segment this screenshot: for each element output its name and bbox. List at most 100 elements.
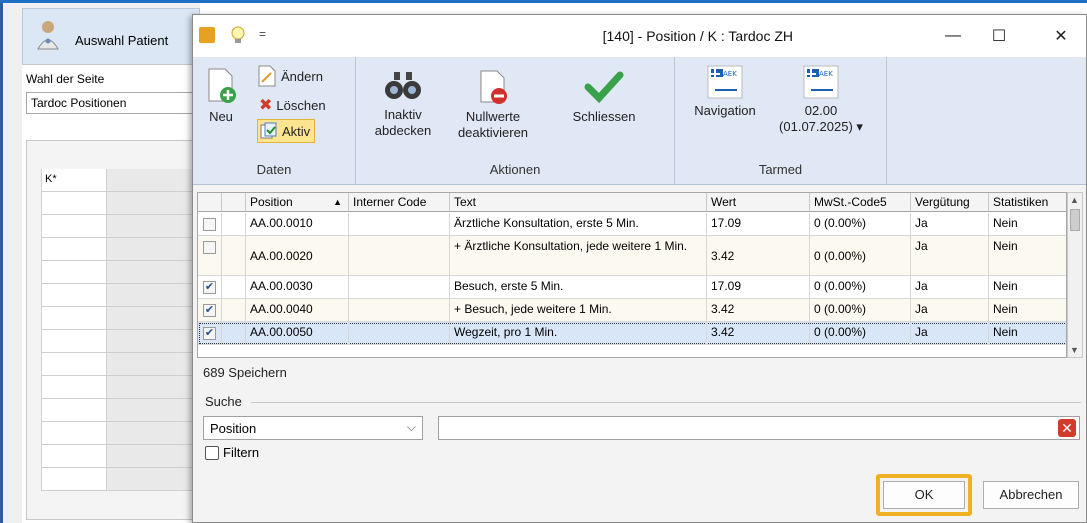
close-button[interactable]: ✕ xyxy=(1038,15,1084,57)
tab-auswahl-patient[interactable]: Auswahl Patient xyxy=(22,8,200,64)
header-statistiken[interactable]: Statistiken xyxy=(989,193,1066,211)
background-grid-cell xyxy=(107,238,201,260)
cell-statistiken: Nein xyxy=(993,302,1018,316)
cancel-button[interactable]: Abbrechen xyxy=(983,481,1079,509)
background-grid-row[interactable] xyxy=(41,307,201,330)
table-row[interactable]: AA.00.0010 Ärztliche Konsultation, erste … xyxy=(198,213,1066,236)
group-label-aktionen: Aktionen xyxy=(489,162,541,177)
header-mwst[interactable]: MwSt.-Code5 xyxy=(810,193,911,211)
ok-button[interactable]: OK xyxy=(883,481,965,509)
filter-checkbox-box[interactable] xyxy=(205,445,219,460)
nullwerte-line1: Nullwerte xyxy=(465,109,521,124)
row-checkbox[interactable]: ✔ xyxy=(203,281,216,294)
nullwerte-deaktivieren-button[interactable]: Nullwerte deaktivieren xyxy=(448,69,538,141)
header-checkbox-col xyxy=(198,193,222,211)
background-grid-row[interactable] xyxy=(41,353,201,376)
scroll-up-arrow[interactable]: ▲ xyxy=(1070,195,1079,205)
cell-statistiken: Nein xyxy=(993,325,1018,339)
cell-verguetung: Ja xyxy=(911,236,989,275)
cell-wert: 17.09 xyxy=(707,276,810,298)
cell-blank xyxy=(222,236,246,275)
header-interner-code[interactable]: Interner Code xyxy=(349,193,450,211)
cell-checkbox: ✔ xyxy=(198,299,222,321)
background-grid-row[interactable] xyxy=(41,238,201,261)
page-select[interactable]: Tardoc Positionen xyxy=(26,92,200,114)
cell-checkbox: ✔ xyxy=(198,276,222,298)
navigation-button[interactable]: AEK Navigation xyxy=(685,65,765,119)
header-blank-col xyxy=(222,193,246,211)
background-grid-cell xyxy=(41,238,107,260)
save-count-status: 689 Speichern xyxy=(203,365,287,380)
header-position[interactable]: Position ▲ xyxy=(246,193,349,211)
filter-checkbox[interactable]: Filtern xyxy=(205,445,259,460)
inaktiv-abdecken-button[interactable]: Inaktiv abdecken xyxy=(364,69,442,139)
cell-statistiken: Nein xyxy=(993,216,1018,230)
search-field-value: Position xyxy=(210,421,257,436)
scroll-down-arrow[interactable]: ▼ xyxy=(1070,345,1079,355)
header-verguetung[interactable]: Vergütung xyxy=(911,193,989,211)
header-text[interactable]: Text xyxy=(450,193,707,211)
ribbon-group-tarmed: AEK Navigation AEK 02.00 (01.07.2025) ▾ … xyxy=(675,57,887,185)
aktiv-button[interactable]: Aktiv xyxy=(257,119,316,143)
background-grid-cell xyxy=(107,399,201,421)
edit-document-icon xyxy=(258,65,276,87)
background-grid-row[interactable] xyxy=(41,468,201,491)
neu-button[interactable]: Neu xyxy=(203,67,239,125)
background-grid-cell xyxy=(41,330,107,352)
position-dialog: = [140] - Position / K : Tardoc ZH — ☐ ✕… xyxy=(192,14,1087,523)
clear-search-icon[interactable]: ✕ xyxy=(1058,419,1076,437)
search-label: Suche xyxy=(205,394,242,409)
table-row[interactable]: ✔ AA.00.0040 + Besuch, jede weitere 1 Min.… xyxy=(198,299,1066,322)
background-grid-row[interactable] xyxy=(41,399,201,422)
search-divider xyxy=(251,402,1081,403)
row-checkbox[interactable]: ✔ xyxy=(203,304,216,317)
table-row[interactable]: ✔ AA.00.0030 Besuch, erste 5 Min. 17.09 0 (0… xyxy=(198,276,1066,299)
cell-interner-code xyxy=(349,322,450,344)
cell-position: AA.00.0050 xyxy=(246,322,349,344)
search-field-select[interactable]: Position ⌵ xyxy=(203,416,423,440)
tab-label: Auswahl Patient xyxy=(75,33,169,48)
background-grid-row[interactable] xyxy=(41,261,201,284)
scroll-thumb[interactable] xyxy=(1070,209,1080,231)
background-grid-cell xyxy=(107,445,201,467)
ribbon-group-aktionen: Inaktiv abdecken Nullwerte deaktivieren … xyxy=(356,57,675,185)
group-label-tarmed: Tarmed xyxy=(758,162,803,177)
row-checkbox[interactable]: ✔ xyxy=(203,327,216,340)
background-grid-row[interactable]: K* xyxy=(41,169,201,192)
row-checkbox[interactable] xyxy=(203,241,216,254)
background-grid-row[interactable] xyxy=(41,376,201,399)
background-grid-cell xyxy=(107,422,201,444)
cell-verguetung: Ja xyxy=(911,213,989,235)
schliessen-button[interactable]: Schliessen xyxy=(562,69,646,125)
row-checkbox[interactable] xyxy=(203,218,216,231)
cell-wert: 3.42 xyxy=(707,299,810,321)
search-input[interactable]: ✕ xyxy=(438,416,1080,440)
background-grid-row[interactable] xyxy=(41,284,201,307)
dialog-title: [140] - Position / K : Tardoc ZH xyxy=(602,28,793,44)
background-grid-cell xyxy=(107,330,201,352)
page-label: Wahl der Seite xyxy=(26,72,105,86)
background-grid-row[interactable] xyxy=(41,330,201,353)
aendern-button[interactable]: Ändern xyxy=(257,65,323,87)
filter-label: Filtern xyxy=(223,445,260,460)
background-grid-row[interactable] xyxy=(41,192,201,215)
background-grid-row[interactable] xyxy=(41,215,201,238)
cell-mwst: 0 (0.00%) xyxy=(810,213,911,235)
ribbon-group-daten: Neu Ändern ✖ Löschen Aktiv Daten xyxy=(193,57,356,185)
table-row[interactable]: ✔ AA.00.0050 Wegzeit, pro 1 Min. 3.42 0 (0.0… xyxy=(198,322,1066,345)
header-wert[interactable]: Wert xyxy=(707,193,810,211)
table-row[interactable]: AA.00.0020 + Ärztliche Konsultation, jede… xyxy=(198,236,1066,276)
cell-position: AA.00.0030 xyxy=(246,276,349,298)
loeschen-button[interactable]: ✖ Löschen xyxy=(259,95,326,115)
version-dropdown[interactable]: AEK 02.00 (01.07.2025) ▾ xyxy=(775,65,867,135)
background-grid-row[interactable] xyxy=(41,422,201,445)
minimize-button[interactable]: — xyxy=(930,15,976,57)
grid-header: Position ▲ Interner Code Text Wert MwSt.… xyxy=(198,193,1066,212)
background-grid-cell xyxy=(41,261,107,283)
background-grid-row[interactable] xyxy=(41,445,201,468)
cell-position: AA.00.0010 xyxy=(246,213,349,235)
chevron-down-icon: ⌵ xyxy=(406,420,416,434)
maximize-button[interactable]: ☐ xyxy=(976,15,1022,57)
vertical-scrollbar[interactable]: ▲ ▼ xyxy=(1067,192,1083,358)
aktiv-label: Aktiv xyxy=(282,123,311,139)
